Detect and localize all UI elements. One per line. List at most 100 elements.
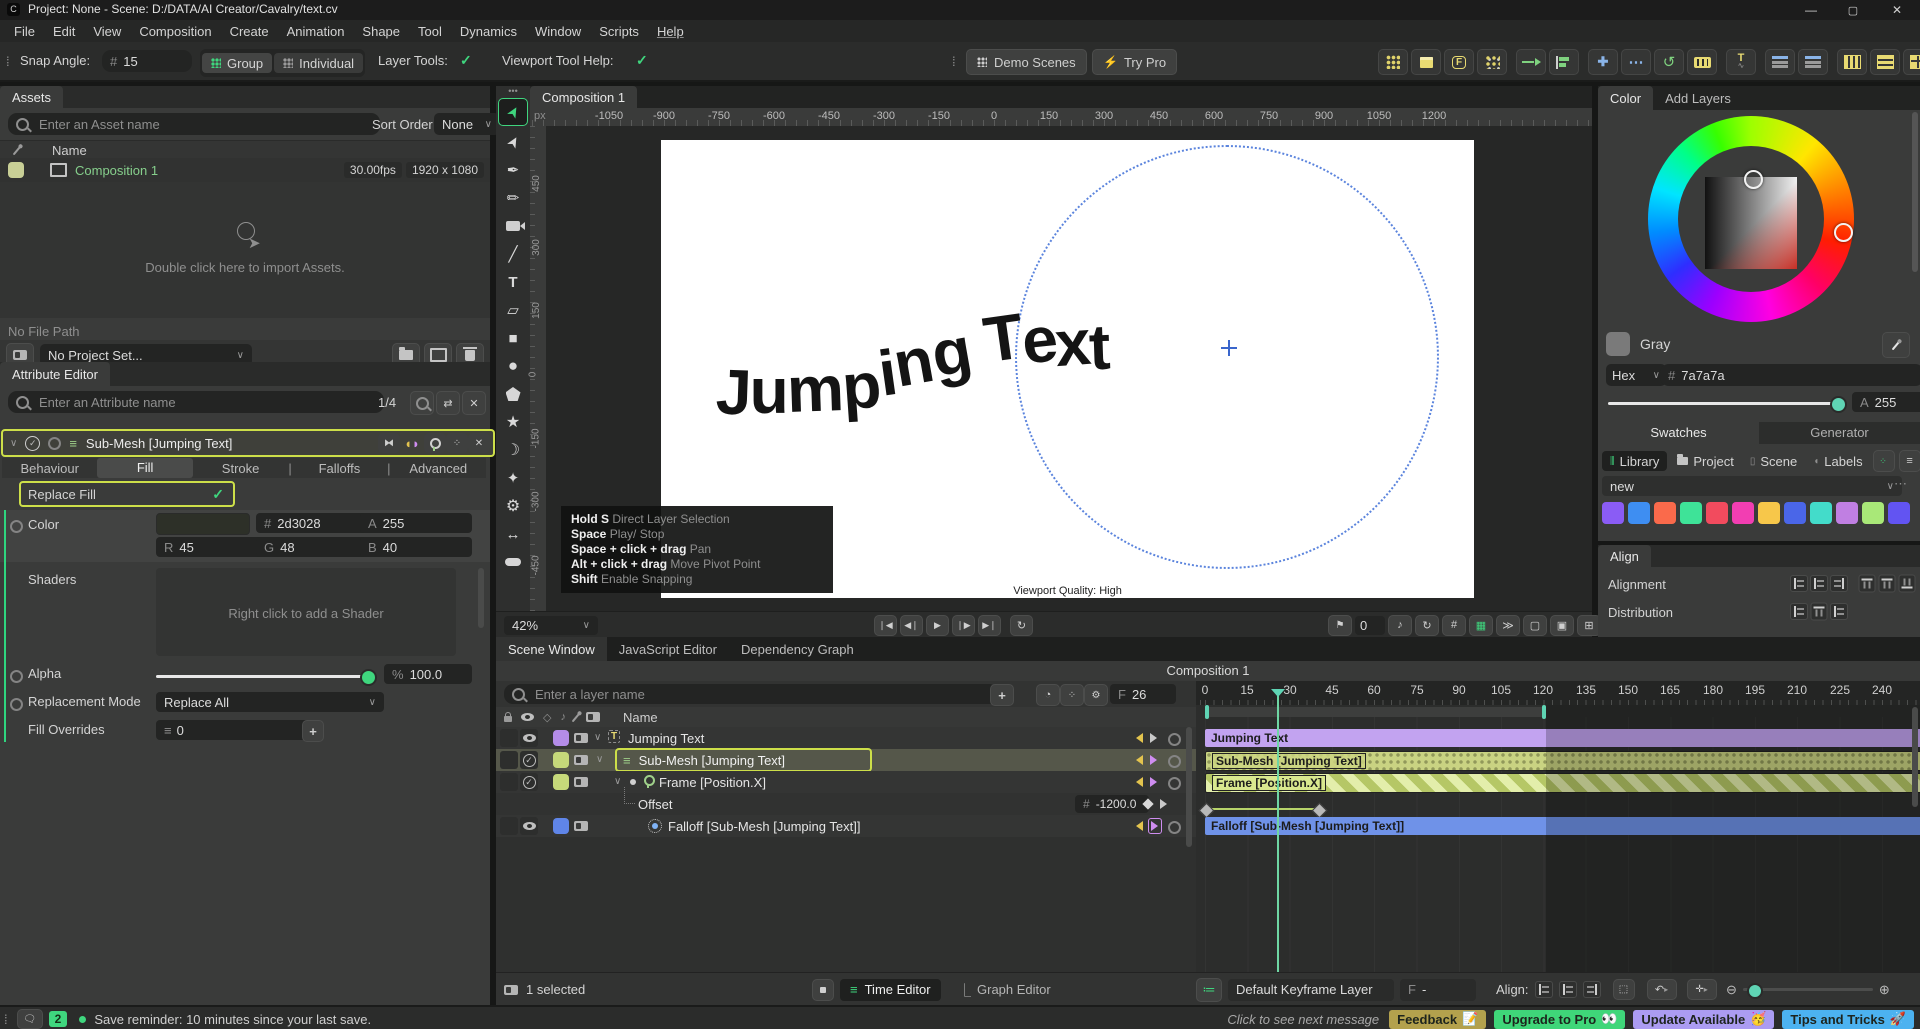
hex-field[interactable]: #2d3028 bbox=[256, 513, 368, 533]
asset-search-field[interactable] bbox=[8, 113, 380, 135]
dock-icon[interactable] bbox=[812, 978, 834, 1001]
kf-align-left-icon[interactable] bbox=[1534, 981, 1553, 998]
color-swatch[interactable] bbox=[1810, 502, 1832, 524]
group-mode-button[interactable]: Group bbox=[202, 53, 273, 73]
close-button[interactable]: ✕ bbox=[1874, 3, 1920, 17]
message-count-badge[interactable]: 2 bbox=[48, 1011, 68, 1027]
keyframe-circle-icon[interactable] bbox=[1168, 733, 1181, 746]
render-column-icon[interactable]: ◇ bbox=[543, 711, 551, 724]
box-select-icon[interactable]: ⬚ bbox=[1612, 979, 1635, 1000]
select-tool[interactable]: ➤ bbox=[498, 98, 528, 126]
layer-row-jumping-text[interactable]: ∨ T Jumping Text bbox=[496, 727, 1196, 749]
attribute-search-input[interactable] bbox=[37, 393, 376, 411]
align-left-icon[interactable] bbox=[1790, 575, 1808, 592]
capsule-tool[interactable] bbox=[496, 548, 530, 576]
distribute-icon[interactable]: ✚ bbox=[1588, 49, 1618, 75]
lock-column-icon[interactable] bbox=[504, 712, 512, 722]
menu-edit[interactable]: Edit bbox=[45, 24, 83, 39]
maximize-button[interactable]: ▢ bbox=[1832, 4, 1874, 17]
layer-name[interactable]: Falloff [Sub-Mesh [Jumping Text]] bbox=[668, 819, 860, 834]
duplicator-icon[interactable] bbox=[1378, 49, 1408, 75]
frame-offset-field[interactable]: 0 bbox=[1355, 615, 1385, 635]
selected-layer-header[interactable]: ∨ ✓ ≡ Sub-Mesh [Jumping Text] ⧓ ◖ ◗ ⁘ ✕ bbox=[1, 429, 495, 457]
color-mode-dropdown[interactable]: Hex ∨ bbox=[1606, 364, 1666, 386]
minimize-button[interactable]: — bbox=[1790, 3, 1832, 17]
color-swatch[interactable] bbox=[1680, 502, 1702, 524]
color-column-icon[interactable] bbox=[571, 712, 581, 722]
color-panel-scrollbar[interactable] bbox=[1912, 112, 1918, 272]
keyframe-layer-dropdown[interactable]: Default Keyframe Layer bbox=[1228, 978, 1394, 1001]
align-middle-v-icon[interactable] bbox=[1878, 574, 1896, 593]
sort-order-dropdown[interactable]: None ∨ bbox=[434, 113, 500, 135]
layer-color-swatch[interactable] bbox=[553, 730, 569, 746]
work-area-bar[interactable] bbox=[1205, 705, 1546, 719]
keyframe-circle-icon[interactable] bbox=[1168, 755, 1181, 768]
upgrade-to-pro-button[interactable]: Upgrade to Pro 👀 bbox=[1494, 1009, 1626, 1029]
skip-to-start-button[interactable]: ❘◀ bbox=[874, 614, 897, 636]
layer-color-swatch[interactable] bbox=[553, 752, 569, 768]
loop-mode-button[interactable]: ↻ bbox=[1010, 614, 1033, 636]
time-editor-button[interactable]: ≡ Time Editor bbox=[840, 978, 941, 1001]
kf-align-right-icon[interactable] bbox=[1582, 981, 1601, 998]
project-source-button[interactable]: Project bbox=[1671, 454, 1739, 469]
keyframe-circle-icon[interactable] bbox=[10, 698, 23, 711]
transform-tool[interactable]: ▱ bbox=[496, 296, 530, 324]
menu-shape[interactable]: Shape bbox=[354, 24, 408, 39]
update-available-button[interactable]: Update Available 🥳 bbox=[1633, 1009, 1775, 1029]
color-swatch[interactable] bbox=[1706, 502, 1728, 524]
forge-icon[interactable]: F bbox=[1444, 49, 1474, 75]
layer-search-input[interactable] bbox=[533, 685, 990, 703]
alpha-255-field[interactable]: A 255 bbox=[360, 513, 472, 533]
viewport-composition-tab[interactable]: Composition 1 bbox=[530, 86, 638, 108]
color-swatch[interactable] bbox=[1602, 502, 1624, 524]
scatter-icon[interactable] bbox=[1477, 49, 1507, 75]
align-tab[interactable]: Align bbox=[1598, 545, 1651, 567]
in-connection-icon[interactable]: ◖ bbox=[404, 436, 412, 451]
layer-color-swatch[interactable] bbox=[553, 818, 569, 834]
visibility-icon[interactable] bbox=[522, 822, 536, 830]
keyframe-circle-icon[interactable] bbox=[10, 670, 23, 683]
asset-search-input[interactable] bbox=[37, 115, 372, 133]
locate-attribute-icon[interactable] bbox=[410, 391, 434, 415]
filmstrip-icon[interactable] bbox=[1687, 49, 1717, 75]
arc-tool[interactable]: ☾ bbox=[496, 436, 530, 464]
generator-tab[interactable]: Generator bbox=[1759, 422, 1920, 444]
menu-view[interactable]: View bbox=[85, 24, 129, 39]
collapse-chevron-icon[interactable]: ∨ bbox=[10, 438, 17, 449]
labels-source-button[interactable]: ◖ Labels bbox=[1807, 454, 1868, 469]
fill-overrides-field[interactable]: ≡ 0 bbox=[156, 720, 312, 740]
onion-skin-icon[interactable]: ◔ bbox=[1036, 684, 1060, 706]
enabled-check-icon[interactable]: ✓ bbox=[522, 753, 536, 767]
clip-column-icon[interactable] bbox=[585, 712, 600, 722]
color-swatch[interactable] bbox=[1654, 502, 1676, 524]
extrude-icon[interactable] bbox=[1411, 49, 1441, 75]
menu-dynamics[interactable]: Dynamics bbox=[452, 24, 525, 39]
visibility-icon[interactable] bbox=[522, 734, 536, 742]
columns-layout-icon[interactable] bbox=[1837, 49, 1867, 75]
distribute-v-icon[interactable] bbox=[1810, 602, 1828, 621]
zoom-in-icon[interactable]: ⊕ bbox=[1879, 982, 1890, 998]
expand-chevron-icon[interactable]: ∨ bbox=[594, 732, 601, 743]
layer-name[interactable]: Sub-Mesh [Jumping Text] bbox=[639, 753, 785, 768]
camera-tool[interactable] bbox=[496, 212, 530, 240]
canvas-text-jumping-text[interactable]: Jumping Text bbox=[715, 300, 1110, 429]
snap-angle-field[interactable]: # 15 bbox=[102, 50, 192, 72]
menu-animation[interactable]: Animation bbox=[279, 24, 353, 39]
motion-path-icon[interactable] bbox=[1516, 49, 1546, 75]
menu-tool[interactable]: Tool bbox=[410, 24, 450, 39]
pencil-tool[interactable]: ✏ bbox=[496, 184, 530, 212]
filter-move-icon[interactable]: ⁘ bbox=[1060, 684, 1084, 706]
alpha-slider-track[interactable] bbox=[156, 675, 368, 678]
visibility-column-icon[interactable] bbox=[521, 713, 534, 721]
in-marker-icon[interactable] bbox=[1136, 755, 1143, 765]
menu-scripts[interactable]: Scripts bbox=[591, 24, 647, 39]
rotation-icon[interactable]: ↻ bbox=[1415, 614, 1439, 636]
menu-file[interactable]: File bbox=[6, 24, 43, 39]
clear-icon[interactable]: ✕ bbox=[462, 391, 486, 415]
playhead-handle[interactable] bbox=[1271, 689, 1285, 697]
replace-fill-checkbox[interactable]: ✓ bbox=[212, 486, 224, 503]
layer-color-swatch[interactable] bbox=[553, 774, 569, 790]
grid-snap-icon[interactable]: # bbox=[1442, 614, 1466, 636]
align-top-icon[interactable] bbox=[1858, 574, 1876, 593]
add-layers-tab[interactable]: Add Layers bbox=[1653, 86, 1743, 110]
